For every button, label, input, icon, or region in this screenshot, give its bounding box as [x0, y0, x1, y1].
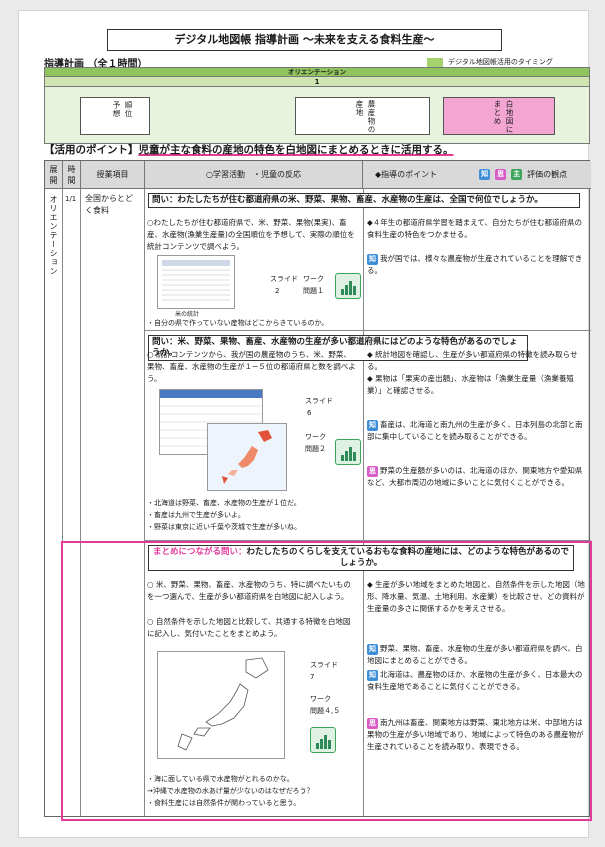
box-blank-map-line1: 白地図に — [505, 100, 514, 134]
section-2-reaction-1: ・北海道は野菜、畜産、水産物の生産が１位だ。 — [147, 499, 301, 507]
badge-initiative-icon: 主 — [511, 169, 523, 180]
badge-knowledge-icon: 知 — [479, 169, 491, 180]
section-2-eval-chi: 知畜産は、北海道と南九州の生産が多く、日本列島の北部と南部に集中していることを読… — [367, 419, 585, 443]
section-1-eval: 知我が国では、様々な農産物が生産されていることを理解できる。 — [367, 253, 585, 277]
timing-legend: デジタル地図帳活用のタイミング — [427, 57, 553, 67]
header-stage-2: 開 — [49, 175, 58, 185]
japan-map-icon — [222, 430, 272, 484]
header-stage-1: 展 — [49, 164, 58, 174]
badge-thinking-icon: 思 — [495, 169, 507, 180]
section-2-eval-shi: 思野菜の生産額が多いのは、北海道のほか、関東地方や愛知県など、大都市周辺の地域に… — [367, 465, 585, 489]
box-prediction-line2: 予想 — [112, 101, 121, 118]
legend-label: デジタル地図帳活用のタイミング — [448, 58, 553, 66]
japan-map-thumbnail — [207, 423, 287, 491]
section-1-activity: ○わたしたちが住む都道府県で、米、野菜、果物(果実)、畜産、水産物(漁業生産量)… — [147, 218, 355, 251]
header-stage: 展開 — [45, 161, 63, 189]
header-time-2: 間 — [67, 175, 76, 185]
header-item: 授業項目 — [81, 161, 145, 189]
box-blank-map-line2: まとめ — [493, 100, 502, 126]
page-title: デジタル地図帳 指導計画 〜未来を支える食料生産〜 — [107, 29, 502, 51]
orientation-body: 順位 予想 農産物の 産地 白地図に まとめ — [45, 87, 589, 143]
box-blank-map: 白地図に まとめ — [443, 97, 555, 135]
box-production-area: 農産物の 産地 — [295, 97, 430, 135]
slide-num-1: 2 — [275, 287, 280, 295]
work-num-2: 問題２ — [305, 445, 326, 453]
header-points: ◆指導のポイント 知 思 主 評価の観点 — [363, 161, 591, 189]
digital-atlas-icon-2 — [335, 439, 361, 465]
stats-table-icon — [162, 260, 230, 301]
box-prediction-line1: 順位 — [124, 101, 133, 118]
box-production-line1: 農産物の — [367, 100, 376, 134]
slide-label-1: スライド — [270, 275, 298, 283]
section-2-point-2: ◆ 果物は「果実の産出額」、水産物は「漁業生産量（漁業養殖業）」と確認させる。 — [367, 374, 574, 395]
box-production-line2: 産地 — [355, 100, 364, 117]
header-time-1: 時 — [67, 164, 76, 174]
work-label-2: ワーク — [305, 433, 326, 441]
work-label-1: ワーク — [303, 275, 324, 283]
section-1-point: ◆４年生の都道府県学習を踏まえて、自分たちが住む都道府県の食料生産の特色をつかま… — [367, 218, 583, 239]
section-1-eval-text: 我が国では、様々な農産物が生産されていることを理解できる。 — [367, 254, 583, 275]
document-page: デジタル地図帳 指導計画 〜未来を支える食料生産〜 指導計画 （全１時間） デジ… — [18, 10, 592, 838]
section-2-reaction-3: ・野菜は東京に近い千葉や茨城で生産が多いね。 — [147, 523, 301, 531]
section-2: 問い：米、野菜、果物、畜産、水産物の生産が多い都道府県にはどのような特色があるの… — [145, 331, 591, 541]
work-num-1: 問題１ — [303, 287, 324, 295]
legend-swatch — [427, 57, 443, 67]
section-2-point-1: ◆ 統計地図を確認し、生産が多い都道府県の特徴を読み取らせる。 — [367, 350, 578, 371]
section-2-reaction-2: ・畜産は九州で生産が多いよ。 — [147, 511, 245, 519]
section-2-eval-chi-text: 畜産は、北海道と南九州の生産が多く、日本列島の北部と南部に集中していることを読み… — [367, 420, 583, 441]
orientation-overview: オリエンテーション 1 順位 予想 農産物の 産地 白地図に まとめ — [44, 67, 590, 144]
header-time: 時間 — [63, 161, 81, 189]
header-activity: ○学習活動 ・児童の反応 — [145, 161, 363, 189]
usage-point-text: 児童が主な食料の産地の特色を白地図にまとめるときに活用する。 — [138, 144, 454, 156]
box-prediction: 順位 予想 — [80, 97, 150, 135]
section-1: 問い：わたしたちが住む都道府県の米、野菜、果物、畜産、水産物の生産は、全国で何位… — [145, 189, 591, 331]
usage-point: 【活用のポイント】児童が主な食料の産地の特色を白地図にまとめるときに活用する。 — [44, 144, 454, 157]
digital-atlas-icon — [335, 273, 361, 299]
slide-num-2: 6 — [307, 409, 312, 417]
rice-stats-thumbnail — [157, 255, 235, 309]
header-eval-label: 評価の観点 — [527, 170, 568, 179]
section-1-question: 問い：わたしたちが住む都道府県の米、野菜、果物、畜産、水産物の生産は、全国で何位… — [148, 193, 580, 208]
summary-highlight-frame — [61, 541, 592, 821]
section-2-activity: ○ 統計コンテンツから、我が国の農産物のうち、米、野菜、果物、畜産、水産物の生産… — [147, 350, 356, 383]
thinking-badge-icon: 思 — [367, 466, 378, 477]
knowledge-badge-icon-2: 知 — [367, 420, 378, 431]
header-points-label: ◆指導のポイント — [375, 170, 438, 179]
item-text: 全国からとどく食料 — [85, 194, 133, 215]
section-1-reaction: ・自分の県で作っていない産物はどこからきているのか。 — [147, 319, 329, 327]
usage-point-label: 【活用のポイント】 — [44, 144, 139, 156]
orientation-number: 1 — [45, 77, 589, 87]
orientation-bar: オリエンテーション — [45, 68, 589, 77]
slide-label-2: スライド — [305, 397, 333, 405]
stage-text: オリエンテーション — [49, 195, 58, 276]
knowledge-badge-icon: 知 — [367, 254, 378, 265]
section-2-eval-shi-text: 野菜の生産額が多いのは、北海道のほか、関東地方や愛知県など、大都市周辺の地域に多… — [367, 466, 583, 487]
time-text: 1/1 — [65, 195, 77, 203]
